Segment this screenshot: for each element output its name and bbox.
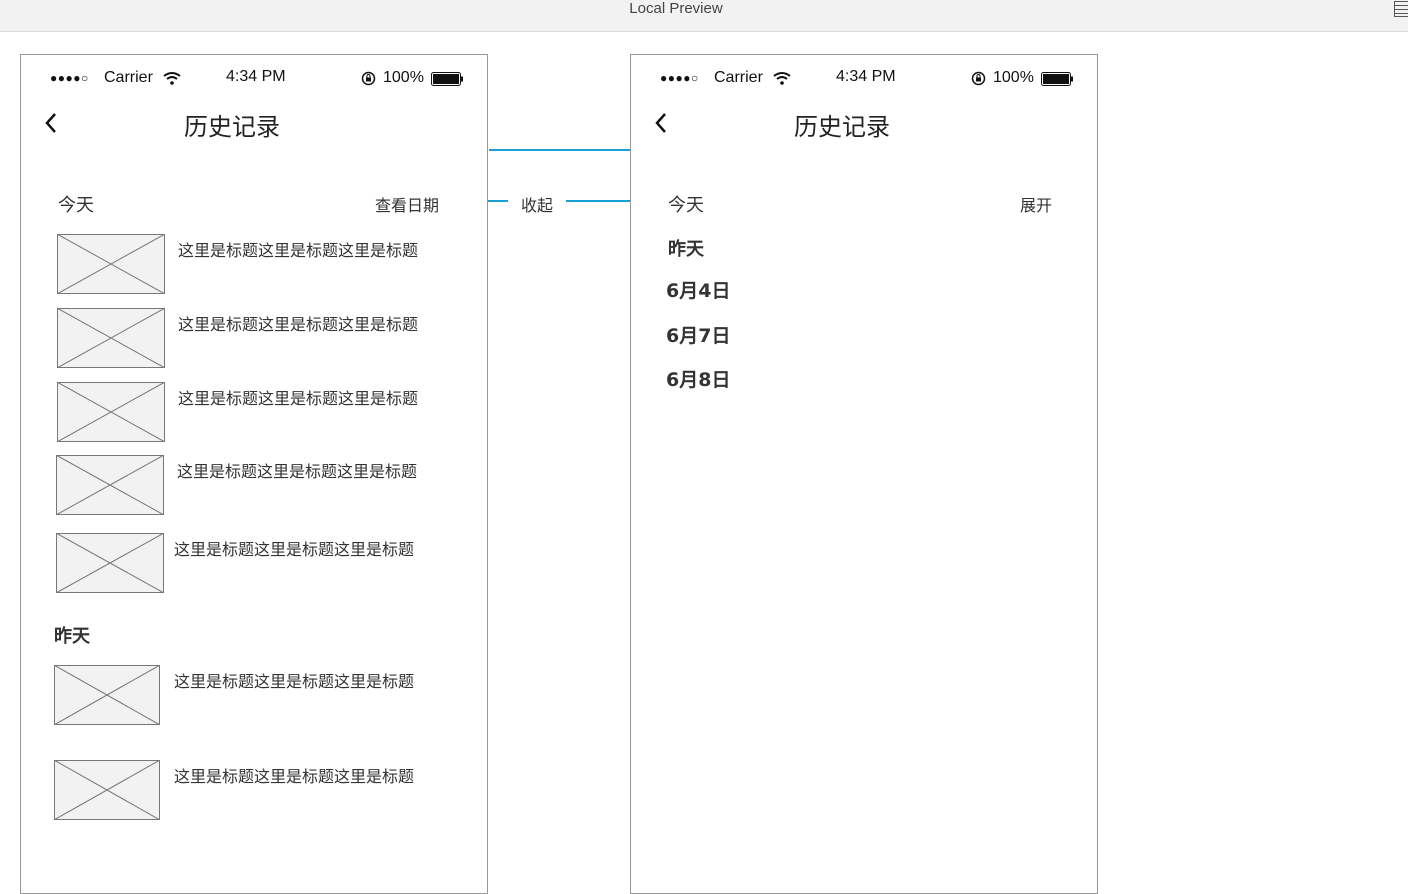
today-header: 今天	[668, 195, 704, 216]
collapse-label: 收起	[508, 192, 566, 216]
image-placeholder-icon	[57, 308, 165, 368]
today-header: 今天	[58, 195, 94, 216]
battery-percent: 100%	[993, 69, 1034, 86]
battery-icon	[431, 72, 463, 86]
date-item[interactable]: 6月8日	[666, 365, 730, 392]
yesterday-date-item[interactable]: 昨天	[668, 235, 704, 261]
signal-icon: ●●●●○	[660, 71, 699, 85]
image-placeholder-icon	[57, 382, 165, 442]
image-placeholder-icon	[54, 665, 160, 725]
status-time: 4:34 PM	[836, 68, 896, 85]
yesterday-header: 昨天	[54, 626, 90, 647]
item-title: 这里是标题这里是标题这里是标题	[178, 241, 419, 260]
image-placeholder-icon	[56, 455, 164, 515]
status-bar: ●●●●○ Carrier 4:34 PM 100%	[631, 68, 1097, 89]
left-phone-screen: ●●●●○ Carrier 4:34 PM 100% 历史记录 今天 查看日期	[20, 54, 488, 894]
item-title: 这里是标题这里是标题这里是标题	[177, 462, 418, 481]
status-time: 4:34 PM	[226, 68, 286, 85]
rotation-lock-icon	[361, 71, 376, 86]
carrier-label: Carrier	[714, 69, 763, 86]
battery-icon	[1041, 72, 1073, 86]
carrier-label: Carrier	[104, 69, 153, 86]
item-title: 这里是标题这里是标题这里是标题	[178, 389, 419, 408]
expand-link[interactable]: 展开	[1020, 192, 1052, 216]
wifi-icon	[163, 72, 181, 85]
battery-percent: 100%	[383, 69, 424, 86]
window-title: Local Preview	[629, 0, 723, 17]
status-bar: ●●●●○ Carrier 4:34 PM 100%	[21, 68, 487, 89]
wifi-icon	[773, 72, 791, 85]
image-placeholder-icon	[54, 760, 160, 820]
image-placeholder-icon	[56, 533, 164, 593]
item-title: 这里是标题这里是标题这里是标题	[178, 315, 419, 334]
date-item[interactable]: 6月4日	[666, 276, 730, 303]
signal-icon: ●●●●○	[50, 71, 89, 85]
image-placeholder-icon	[57, 234, 165, 294]
preview-title-bar: Local Preview	[0, 0, 1408, 32]
page-title: 历史记录	[184, 113, 280, 141]
view-date-link[interactable]: 查看日期	[375, 192, 439, 216]
item-title: 这里是标题这里是标题这里是标题	[174, 672, 415, 691]
page-title: 历史记录	[794, 113, 890, 141]
item-title: 这里是标题这里是标题这里是标题	[174, 767, 415, 786]
item-title: 这里是标题这里是标题这里是标题	[174, 540, 415, 559]
rotation-lock-icon	[971, 71, 986, 86]
right-phone-screen: ●●●●○ Carrier 4:34 PM 100% 历史记录 今天 展开 昨天…	[630, 54, 1098, 894]
date-item[interactable]: 6月7日	[666, 321, 730, 348]
menu-icon[interactable]	[1394, 1, 1408, 17]
